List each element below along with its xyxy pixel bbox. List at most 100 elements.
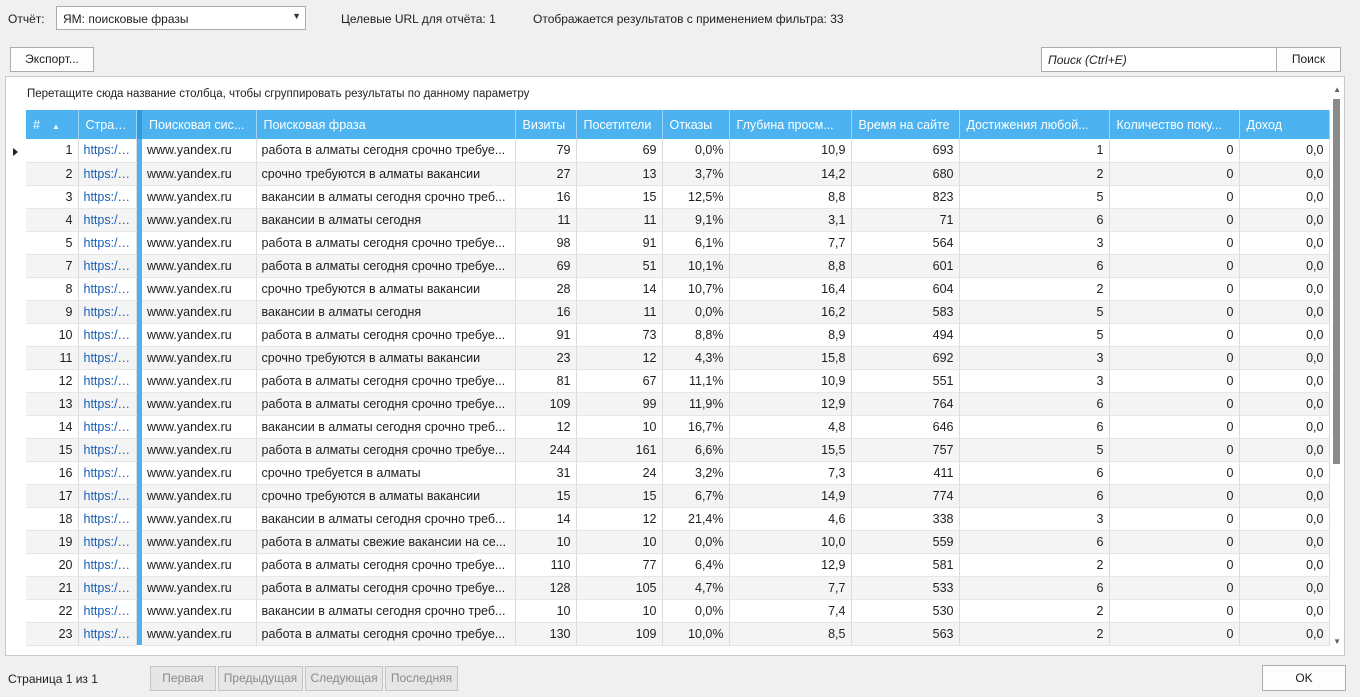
table-row[interactable]: 18 https://... www.yandex.ru вакансии в алм…: [26, 507, 1330, 531]
ok-button[interactable]: OK: [1262, 665, 1346, 691]
cell-visitors: 161: [576, 438, 663, 462]
table-row[interactable]: 23 https://... www.yandex.ru работа в алмат…: [26, 622, 1330, 646]
column-header-row-number[interactable]: # ▲: [26, 110, 79, 139]
column-header-search-engine[interactable]: Поисковая сис...: [142, 110, 257, 139]
cell-page-url[interactable]: https://...: [78, 507, 137, 531]
cell-search-engine: www.yandex.ru: [142, 576, 257, 600]
first-page-button[interactable]: Первая: [150, 666, 216, 691]
cell-search-engine: www.yandex.ru: [142, 392, 257, 416]
cell-page-url[interactable]: https://...: [78, 438, 137, 462]
cell-visitors: 11: [576, 208, 663, 232]
cell-page-url[interactable]: https://...: [78, 323, 137, 347]
column-header-label: Отказы: [669, 117, 713, 132]
table-row[interactable]: 17 https://... www.yandex.ru срочно требуют…: [26, 484, 1330, 508]
table-row[interactable]: 3 https://... www.yandex.ru вакансии в алма…: [26, 185, 1330, 209]
cell-page-url[interactable]: https://...: [78, 484, 137, 508]
cell-page-url[interactable]: https://...: [78, 392, 137, 416]
cell-goal-achievements: 6: [959, 415, 1110, 439]
report-select[interactable]: ЯМ: поисковые фразы ▼: [56, 6, 306, 30]
table-row[interactable]: 10 https://... www.yandex.ru работа в алмат…: [26, 323, 1330, 347]
scroll-down-icon[interactable]: ▼: [1333, 637, 1341, 646]
column-header-page-url[interactable]: Стран...: [78, 110, 137, 139]
column-header-label: Глубина просм...: [736, 117, 834, 132]
cell-page-url[interactable]: https://...: [78, 530, 137, 554]
cell-page-url[interactable]: https://...: [78, 231, 137, 255]
cell-time-on-site: 563: [851, 622, 960, 646]
cell-page-url[interactable]: https://...: [78, 277, 137, 301]
chevron-down-icon[interactable]: ▼: [292, 11, 301, 21]
column-header-search-phrase[interactable]: Поисковая фраза: [256, 110, 516, 139]
cell-page-url[interactable]: https://...: [78, 599, 137, 623]
column-header-revenue[interactable]: Доход: [1239, 110, 1330, 139]
cell-time-on-site: 411: [851, 461, 960, 485]
cell-goal-achievements: 2: [959, 622, 1110, 646]
cell-visitors: 69: [576, 139, 663, 163]
table-row[interactable]: 5 https://... www.yandex.ru работа в алматы…: [26, 231, 1330, 255]
cell-visits: 10: [515, 599, 577, 623]
table-row[interactable]: 15 https://... www.yandex.ru работа в алмат…: [26, 438, 1330, 462]
export-button[interactable]: Экспорт...: [10, 47, 94, 72]
table-row[interactable]: 14 https://... www.yandex.ru вакансии в алм…: [26, 415, 1330, 439]
table-row[interactable]: 16 https://... www.yandex.ru срочно требует…: [26, 461, 1330, 485]
cell-revenue: 0,0: [1239, 599, 1330, 623]
table-row[interactable]: 22 https://... www.yandex.ru вакансии в алм…: [26, 599, 1330, 623]
cell-revenue: 0,0: [1239, 553, 1330, 577]
column-header-purchases[interactable]: Количество поку...: [1109, 110, 1240, 139]
cell-visitors: 109: [576, 622, 663, 646]
column-header-bounce-rate[interactable]: Отказы: [662, 110, 730, 139]
cell-visitors: 67: [576, 369, 663, 393]
column-header-view-depth[interactable]: Глубина просм...: [729, 110, 852, 139]
table-row[interactable]: 21 https://... www.yandex.ru работа в алмат…: [26, 576, 1330, 600]
cell-search-engine: www.yandex.ru: [142, 254, 257, 278]
cell-purchases: 0: [1109, 162, 1240, 186]
table-row[interactable]: 7 https://... www.yandex.ru работа в алматы…: [26, 254, 1330, 278]
cell-bounce-rate: 3,7%: [662, 162, 730, 186]
scroll-up-icon[interactable]: ▲: [1333, 85, 1341, 94]
column-header-visits[interactable]: Визиты: [515, 110, 577, 139]
cell-visitors: 91: [576, 231, 663, 255]
cell-page-url[interactable]: https://...: [78, 208, 137, 232]
column-header-label: Посетители: [583, 117, 652, 132]
table-row[interactable]: 12 https://... www.yandex.ru работа в алмат…: [26, 369, 1330, 393]
table-row[interactable]: 2 https://... www.yandex.ru срочно требуютс…: [26, 162, 1330, 186]
column-header-label: Поисковая фраза: [263, 117, 366, 132]
previous-page-button[interactable]: Предыдущая: [218, 666, 303, 691]
column-header-visitors[interactable]: Посетители: [576, 110, 663, 139]
cell-visits: 27: [515, 162, 577, 186]
vertical-scrollbar-thumb[interactable]: [1333, 99, 1340, 464]
cell-page-url[interactable]: https://...: [78, 622, 137, 646]
cell-row-number: 14: [26, 415, 79, 439]
cell-page-url[interactable]: https://...: [78, 300, 137, 324]
last-page-button[interactable]: Последняя: [385, 666, 458, 691]
cell-page-url[interactable]: https://...: [78, 162, 137, 186]
cell-page-url[interactable]: https://...: [78, 369, 137, 393]
cell-page-url[interactable]: https://...: [78, 415, 137, 439]
table-row[interactable]: 13 https://... www.yandex.ru работа в алмат…: [26, 392, 1330, 416]
column-header-time-on-site[interactable]: Время на сайте: [851, 110, 960, 139]
cell-page-url[interactable]: https://...: [78, 461, 137, 485]
cell-page-url[interactable]: https://...: [78, 185, 137, 209]
cell-page-url[interactable]: https://...: [78, 553, 137, 577]
next-page-button[interactable]: Следующая: [305, 666, 383, 691]
cell-goal-achievements: 6: [959, 484, 1110, 508]
cell-page-url[interactable]: https://...: [78, 139, 137, 163]
cell-page-url[interactable]: https://...: [78, 576, 137, 600]
cell-goal-achievements: 3: [959, 346, 1110, 370]
table-row[interactable]: 20 https://... www.yandex.ru работа в алмат…: [26, 553, 1330, 577]
cell-purchases: 0: [1109, 208, 1240, 232]
table-row[interactable]: 1 https://... www.yandex.ru работа в алматы…: [26, 139, 1330, 163]
cell-time-on-site: 533: [851, 576, 960, 600]
table-row[interactable]: 19 https://... www.yandex.ru работа в алмат…: [26, 530, 1330, 554]
cell-page-url[interactable]: https://...: [78, 346, 137, 370]
group-by-drop-area[interactable]: Перетащите сюда название столбца, чтобы …: [27, 88, 529, 100]
table-row[interactable]: 4 https://... www.yandex.ru вакансии в алма…: [26, 208, 1330, 232]
table-row[interactable]: 8 https://... www.yandex.ru срочно требуютс…: [26, 277, 1330, 301]
cell-time-on-site: 559: [851, 530, 960, 554]
cell-page-url[interactable]: https://...: [78, 254, 137, 278]
search-button[interactable]: Поиск: [1276, 47, 1341, 72]
table-row[interactable]: 9 https://... www.yandex.ru вакансии в алма…: [26, 300, 1330, 324]
table-row[interactable]: 11 https://... www.yandex.ru срочно требуют…: [26, 346, 1330, 370]
column-header-goal-achievements[interactable]: Достижения любой...: [959, 110, 1110, 139]
search-input[interactable]: [1041, 47, 1277, 72]
cell-view-depth: 8,8: [729, 185, 852, 209]
